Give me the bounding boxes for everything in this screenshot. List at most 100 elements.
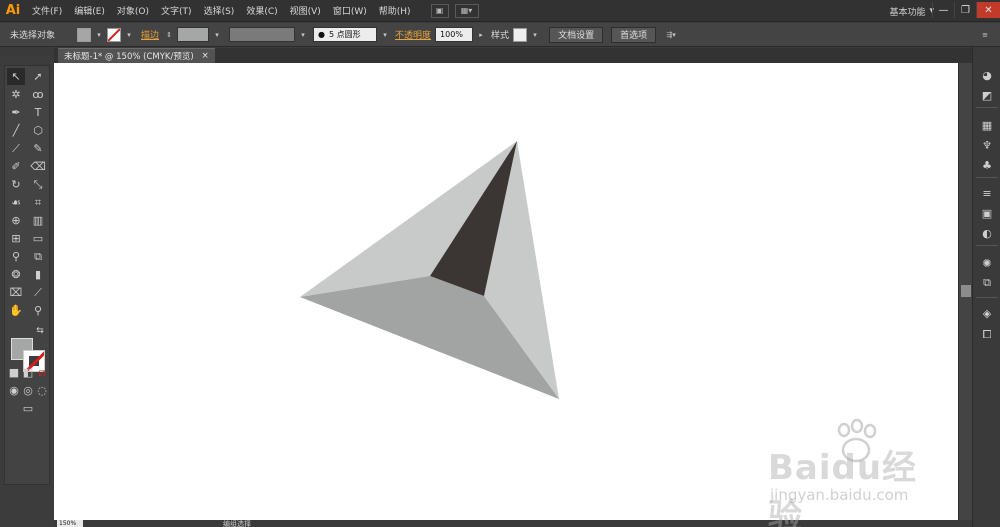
chevron-down-icon[interactable]: ▸ [477,28,485,42]
symbols-panel-icon[interactable]: ♣ [978,157,996,173]
menu-select[interactable]: 选择(S) [198,0,241,22]
bridge-icon[interactable]: ▣ [430,3,449,18]
direct-selection-tool-icon[interactable]: ➚ [29,68,47,85]
stroke-weight-stepper[interactable]: ⇕ [165,28,173,42]
chevron-down-icon[interactable]: ▾ [531,28,539,42]
blend-tool-icon[interactable]: ⧉ [29,248,47,265]
line-tool-icon[interactable]: ╱ [7,122,25,139]
slice-tool-icon[interactable]: ⟋ [29,284,47,301]
swatches-panel-icon[interactable]: ▦ [978,117,996,133]
stroke-label[interactable]: 描边 [141,28,159,41]
shape-builder-tool-icon[interactable]: ⊕ [7,212,25,229]
preferences-button[interactable]: 首选项 [611,26,657,43]
document-setup-button[interactable]: 文档设置 [549,26,604,43]
zoom-tool-icon[interactable]: ⚲ [29,302,47,319]
column-graph-tool-icon[interactable]: ▮ [29,266,47,283]
symbol-sprayer-tool-icon[interactable]: ❂ [7,266,25,283]
stroke-swatch[interactable] [107,27,122,42]
artwork [300,141,559,399]
close-tab-icon[interactable]: × [202,51,209,61]
stroke-panel-icon[interactable]: ≡ [978,185,996,201]
mesh-tool-icon[interactable]: ⊞ [7,230,25,247]
draw-inside-icon[interactable]: ◌ [35,382,49,399]
chevron-down-icon[interactable]: ▾ [95,28,103,42]
artboards-panel-icon[interactable]: ⧠ [978,327,996,343]
style-label: 样式 [491,31,510,41]
polygon-tool-icon[interactable]: ⬡ [29,122,47,139]
zoom-field[interactable]: 150% [57,520,83,527]
perspective-grid-tool-icon[interactable]: ▥ [29,212,47,229]
no-stroke-icon [108,28,121,41]
artboard-tool-icon[interactable]: ⌧ [7,284,25,301]
blob-brush-tool-icon[interactable]: ✐ [7,158,25,175]
selection-tool-icon[interactable]: ↖ [7,68,25,85]
document-tab-strip: 未标题-1* @ 150% (CMYK/预览) × [54,48,972,63]
workspace-switcher[interactable]: 基本功能 ▾ [889,0,934,22]
menu-edit[interactable]: 编辑(E) [68,0,111,22]
appearance-panel-icon[interactable]: ✺ [978,255,996,271]
restore-icon[interactable]: ❐ [954,2,976,18]
menu-type[interactable]: 文字(T) [155,0,198,22]
window-controls: — ❐ ✕ [932,0,1000,22]
eyedropper-tool-icon[interactable]: ⚲ [7,248,25,265]
gradient-tool-icon[interactable]: ▭ [29,230,47,247]
color-guide-panel-icon[interactable]: ◩ [978,87,996,103]
chevron-down-icon[interactable]: ▾ [299,28,307,42]
scale-tool-icon[interactable]: ⤡ [29,176,47,193]
artboard-canvas[interactable] [54,63,958,520]
panel-separator [976,245,998,246]
color-panel-icon[interactable]: ◕ [978,67,996,83]
brush-dot-icon: ● [318,30,326,39]
color-mode-icon[interactable]: ■ [7,364,21,381]
transparency-panel-icon[interactable]: ◐ [978,225,996,241]
minimize-icon[interactable]: — [932,2,954,18]
fill-swatch[interactable] [77,27,92,42]
close-icon[interactable]: ✕ [976,2,1000,18]
brush-field[interactable]: ● 5 点圆形 [313,27,378,42]
opacity-label[interactable]: 不透明度 [395,28,431,41]
pencil-tool-icon[interactable]: ✎ [29,140,47,157]
swap-colors-icon[interactable]: ⇆ [33,322,47,339]
magic-wand-tool-icon[interactable]: ✲ [7,86,25,103]
document-tab[interactable]: 未标题-1* @ 150% (CMYK/预览) × [58,48,215,63]
draw-behind-icon[interactable]: ◎ [21,382,35,399]
free-transform-tool-icon[interactable]: ⌗ [29,194,47,211]
rotate-tool-icon[interactable]: ↻ [7,176,25,193]
menu-help[interactable]: 帮助(H) [373,0,417,22]
gradient-panel-icon[interactable]: ▣ [978,205,996,221]
arrange-documents-icon[interactable]: ▦▾ [454,3,479,18]
paintbrush-tool-icon[interactable]: ⟋ [7,140,25,157]
arrange-icon[interactable]: ⇶▾ [664,28,678,42]
lasso-tool-icon[interactable]: ꝏ [29,86,47,103]
panel-separator [976,177,998,178]
hand-tool-icon[interactable]: ✋ [7,302,25,319]
screen-mode-icon[interactable]: ▭ [17,400,39,417]
workspace-label: 基本功能 [889,7,926,18]
menu-effect[interactable]: 效果(C) [240,0,283,22]
layers-panel-icon[interactable]: ◈ [978,305,996,321]
opacity-field[interactable]: 100% [435,27,474,42]
brushes-panel-icon[interactable]: ♆ [978,137,996,153]
menu-file[interactable]: 文件(F) [26,0,68,22]
gradient-mode-icon[interactable]: ◧ [21,364,35,381]
chevron-down-icon[interactable]: ▾ [213,28,221,42]
draw-normal-icon[interactable]: ◉ [7,382,21,399]
vertical-scrollbar[interactable] [958,63,972,520]
variable-width-field[interactable] [229,27,296,42]
vertical-scrollbar-thumb[interactable] [961,285,971,297]
chevron-down-icon[interactable]: ▾ [125,28,133,42]
menu-bar: Ai 文件(F) 编辑(E) 对象(O) 文字(T) 选择(S) 效果(C) 视… [0,0,1000,22]
type-tool-icon[interactable]: T [29,104,47,121]
panel-menu-icon[interactable]: ≡ [978,28,992,42]
stroke-weight-field[interactable] [177,27,210,42]
pen-tool-icon[interactable]: ✒ [7,104,25,121]
graphic-styles-panel-icon[interactable]: ⧉ [978,275,996,291]
eraser-tool-icon[interactable]: ⌫ [29,158,47,175]
menu-view[interactable]: 视图(V) [284,0,327,22]
style-swatch[interactable] [513,27,528,42]
chevron-down-icon[interactable]: ▾ [381,28,389,42]
warp-tool-icon[interactable]: ☙ [7,194,25,211]
menu-window[interactable]: 窗口(W) [327,0,373,22]
menu-object[interactable]: 对象(O) [111,0,155,22]
none-mode-icon[interactable]: ⧄ [35,364,49,381]
